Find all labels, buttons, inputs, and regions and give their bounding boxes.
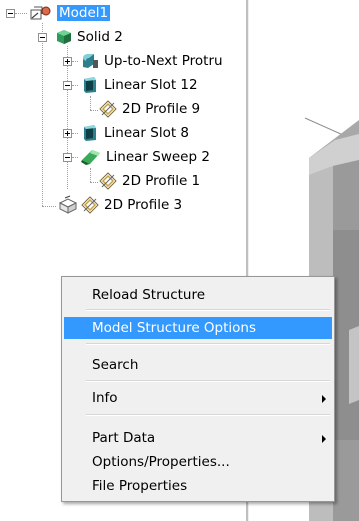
tree-connector [42, 206, 56, 207]
menu-item-info[interactable]: Info [64, 387, 332, 409]
tree-connector [67, 46, 68, 189]
tree-node-slot8[interactable]: Linear Slot 8 [80, 123, 189, 143]
profile-sketch-icon [81, 196, 99, 214]
tree-connector [90, 182, 98, 183]
tree-node-profile3[interactable]: 2D Profile 3 [58, 195, 182, 215]
tree-label-slot12: Linear Slot 12 [104, 77, 198, 93]
submenu-arrow-icon [322, 395, 326, 403]
menu-label: Model Structure Options [92, 320, 257, 336]
menu-separator [86, 309, 330, 311]
tree-connector [90, 168, 91, 182]
tree-connector [72, 133, 78, 134]
tree-connector [90, 110, 98, 111]
tree-connector [90, 96, 91, 110]
expand-protrusion-toggle[interactable] [63, 57, 72, 66]
tree-label-protrusion: Up-to-Next Protru [104, 53, 223, 69]
collapse-solid-toggle[interactable] [38, 33, 47, 42]
tree-node-profile9[interactable]: 2D Profile 9 [98, 99, 200, 119]
collapse-slot12-toggle[interactable] [63, 81, 72, 90]
menu-label: File Properties [92, 478, 188, 494]
expand-slot8-toggle[interactable] [63, 129, 72, 138]
tree-label-profile3: 2D Profile 3 [104, 197, 183, 213]
tree-connector [15, 13, 27, 14]
menu-item-part-data[interactable]: Part Data [64, 427, 332, 449]
tree-label-model: Model1 [57, 5, 111, 21]
menu-item-options-properties[interactable]: Options/Properties... [64, 451, 332, 473]
menu-separator [86, 343, 330, 345]
profile-sketch-icon [99, 100, 117, 118]
protrusion-feature-icon [83, 54, 98, 68]
slot-feature-icon [84, 77, 96, 93]
menu-label: Options/Properties... [92, 454, 230, 470]
tree-connector [72, 61, 78, 62]
collapse-model-toggle[interactable] [6, 9, 15, 18]
tree-label-solid: Solid 2 [77, 29, 123, 45]
model-assembly-icon [30, 6, 51, 20]
menu-item-file-properties[interactable]: File Properties [64, 475, 332, 497]
submenu-arrow-icon [322, 435, 326, 443]
tree-label-profile1: 2D Profile 1 [122, 173, 201, 189]
slot-feature-icon [84, 125, 96, 141]
sweep-feature-icon [81, 150, 100, 165]
profile-sketch-icon [99, 172, 117, 190]
menu-item-model-structure-options[interactable]: Model Structure Options [64, 317, 332, 339]
context-menu: Reload Structure Model Structure Options… [61, 276, 335, 502]
tree-node-protrusion[interactable]: Up-to-Next Protru [80, 51, 223, 71]
tree-node-model[interactable]: Model1 [29, 3, 111, 23]
menu-item-reload-structure[interactable]: Reload Structure [64, 284, 332, 306]
tree-connector [42, 23, 43, 206]
menu-separator [86, 380, 330, 382]
solid-cube-icon [57, 30, 71, 44]
tree-label-slot8: Linear Slot 8 [104, 125, 190, 141]
tree-label-sweep: Linear Sweep 2 [106, 149, 210, 165]
menu-label: Part Data [92, 430, 156, 446]
tree-node-slot12[interactable]: Linear Slot 12 [80, 75, 198, 95]
tree-node-profile1[interactable]: 2D Profile 1 [98, 171, 200, 191]
profile-reference-icon [58, 195, 78, 214]
tree-label-profile9: 2D Profile 9 [122, 101, 201, 117]
menu-separator [86, 414, 330, 416]
tree-node-solid[interactable]: Solid 2 [55, 27, 123, 47]
menu-label: Search [92, 357, 139, 373]
menu-item-search[interactable]: Search [64, 354, 332, 376]
tree-connector [72, 157, 78, 158]
tree-connector [72, 85, 78, 86]
menu-label: Info [92, 390, 118, 406]
model-structure-tree: Model1 Solid 2 Up-to-Next Protru Linear … [0, 0, 246, 230]
menu-label: Reload Structure [92, 287, 206, 303]
tree-node-sweep[interactable]: Linear Sweep 2 [80, 147, 210, 167]
collapse-sweep-toggle[interactable] [63, 153, 72, 162]
